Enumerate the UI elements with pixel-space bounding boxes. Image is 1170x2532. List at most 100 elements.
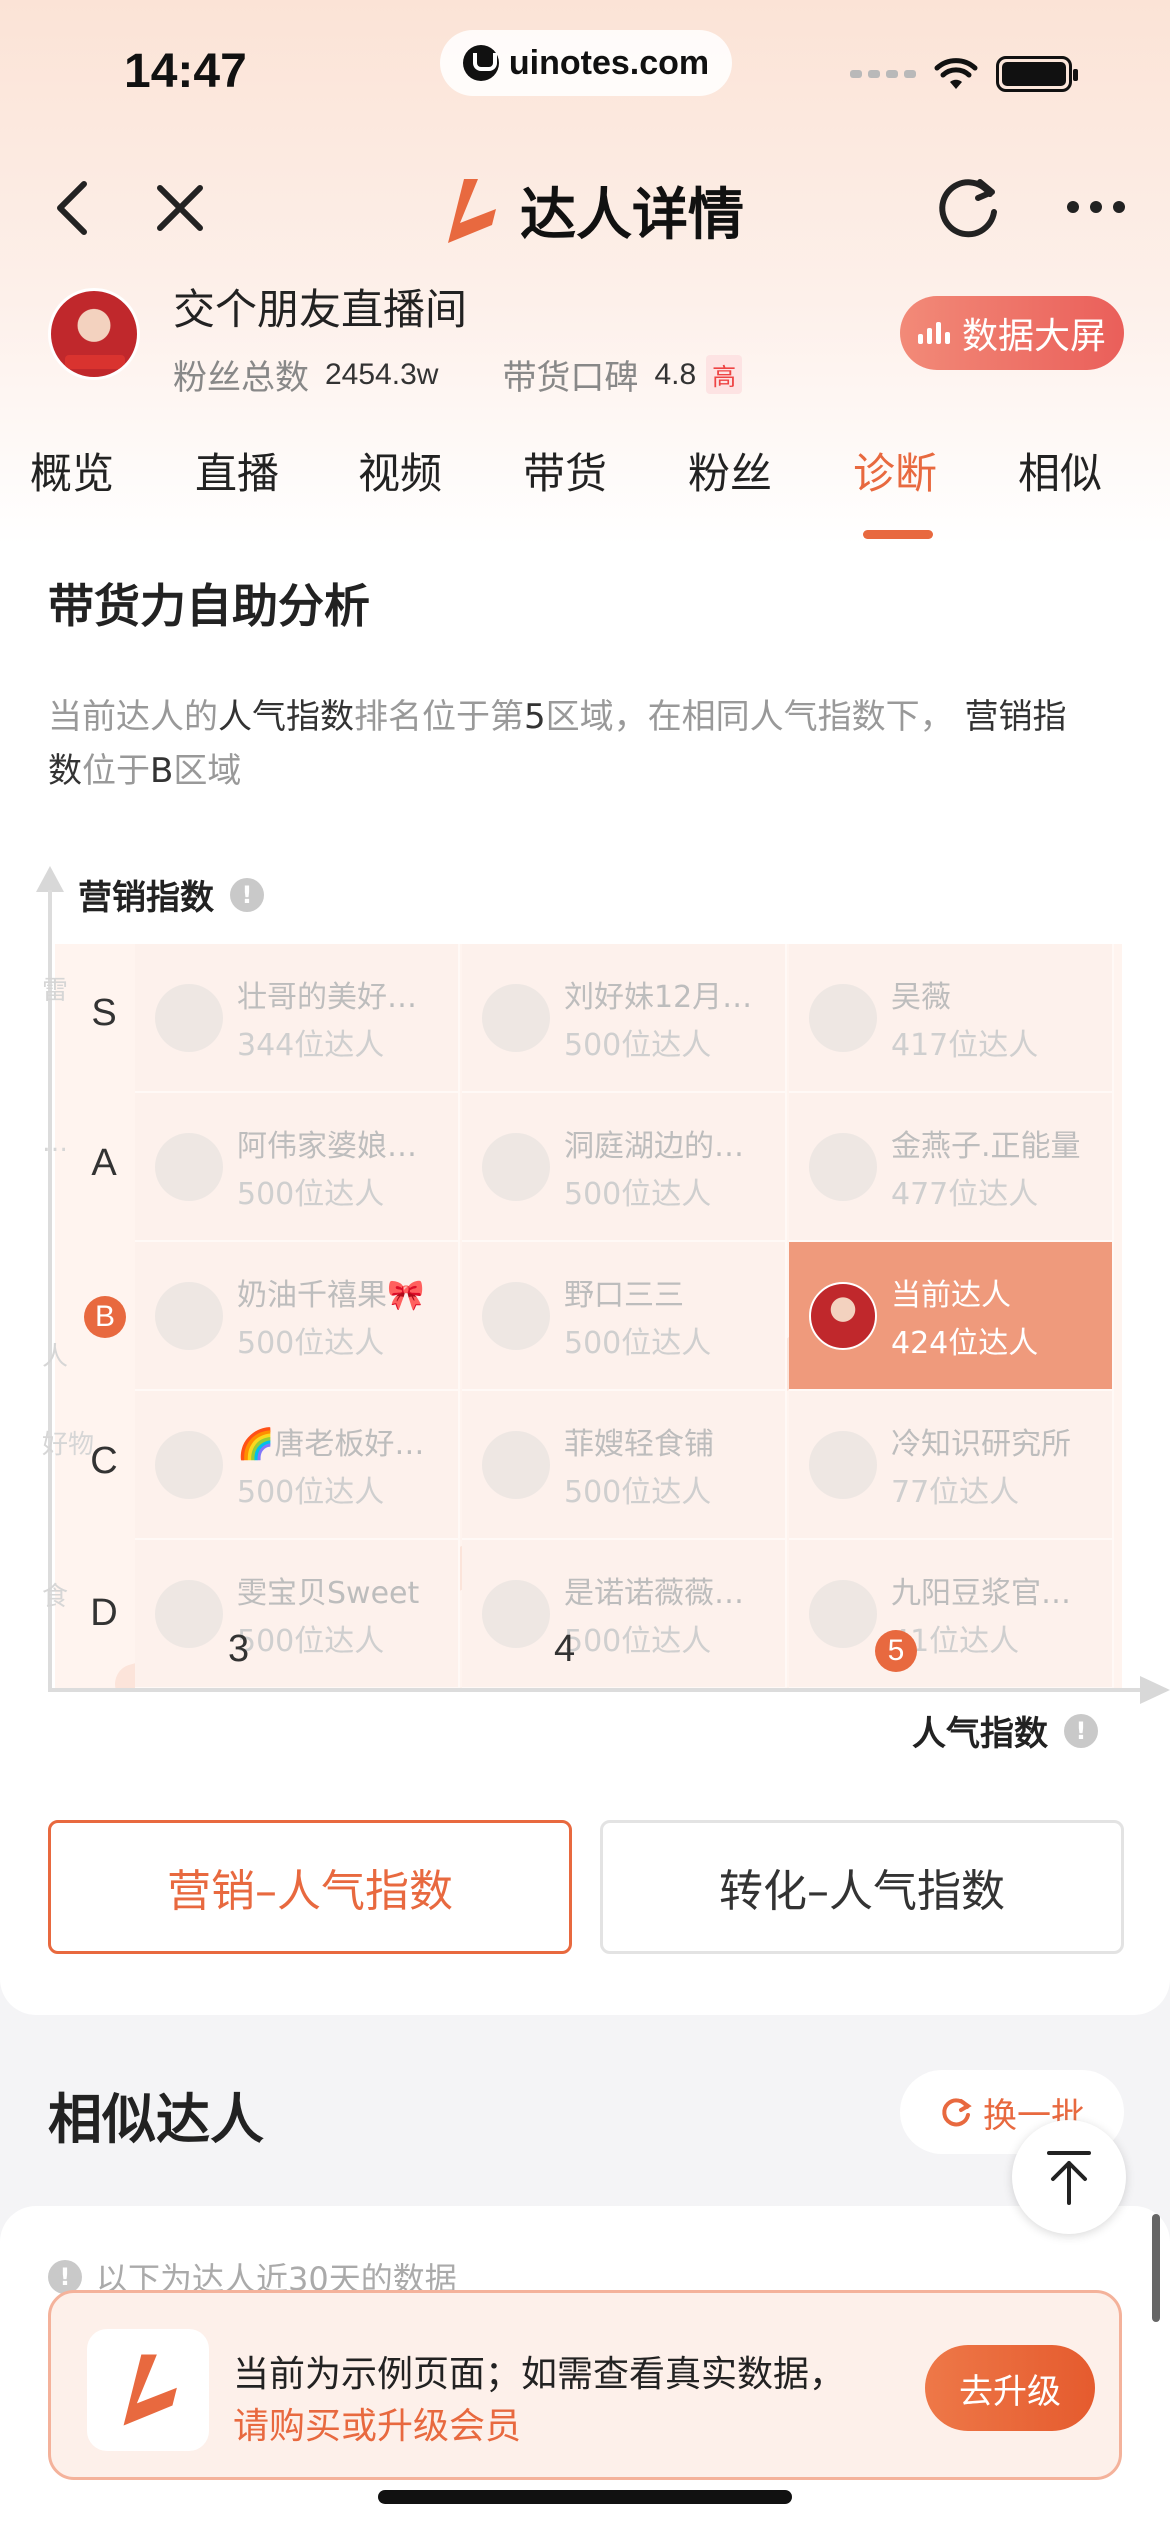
- row-label-s: S: [91, 992, 117, 1034]
- avatar: [155, 1281, 223, 1350]
- avatar: [482, 983, 550, 1052]
- back-icon[interactable]: [48, 178, 98, 238]
- col-label-3: 3: [228, 1628, 250, 1670]
- edge-fragment: 雷: [42, 976, 69, 1006]
- info-icon[interactable]: !: [230, 877, 264, 912]
- refresh-icon: [942, 2098, 972, 2127]
- cell-creator-name: 壮哥的美好…: [237, 979, 417, 1015]
- tab-goods[interactable]: 带货: [523, 440, 607, 501]
- cell-creator-count: 500位达人: [564, 1623, 712, 1659]
- bar-chart-icon: [917, 322, 950, 344]
- avatar: [155, 1132, 223, 1201]
- tab-fans[interactable]: 粉丝: [688, 440, 772, 501]
- cell-creator-name: 菲嫂轻食铺: [564, 1426, 714, 1462]
- cell-creator-count: 500位达人: [237, 1623, 385, 1659]
- creator-cell[interactable]: 野口三三 500位达人: [462, 1242, 787, 1391]
- avatar: [155, 1579, 223, 1648]
- x-axis-arrow: [1140, 1676, 1170, 1704]
- cell-creator-name: 冷知识研究所: [891, 1426, 1071, 1462]
- cell-creator-count: 500位达人: [237, 1176, 385, 1212]
- cell-creator-count: 500位达人: [237, 1325, 385, 1361]
- url-pill[interactable]: uinotes.com: [440, 30, 732, 96]
- current-creator-cell[interactable]: 当前达人 424位达人: [789, 1242, 1114, 1391]
- avatar: [809, 983, 877, 1052]
- cell-creator-count: 500位达人: [564, 1176, 712, 1212]
- cell-creator-name: 雯宝贝Sweet: [237, 1575, 420, 1611]
- tab-similar[interactable]: 相似: [1018, 440, 1102, 501]
- tab-overview[interactable]: 概览: [30, 440, 114, 501]
- col-label-4: 4: [554, 1628, 576, 1670]
- creator-cell[interactable]: 壮哥的美好… 344位达人: [135, 944, 460, 1093]
- nav-title: 达人详情: [434, 170, 744, 251]
- edge-fragment: 人: [42, 1342, 69, 1372]
- tab-indicator: [863, 530, 933, 539]
- profile-name: 交个朋友直播间: [173, 285, 468, 334]
- avatar: [155, 983, 223, 1052]
- cell-creator-name: 阿伟家婆娘…: [237, 1128, 417, 1164]
- creator-cell[interactable]: 奶油千禧果🎀 500位达人: [135, 1242, 460, 1391]
- avatar: [482, 1579, 550, 1648]
- row-label-a: A: [91, 1142, 117, 1184]
- y-axis: [48, 890, 52, 1690]
- cell-creator-name: 野口三三: [564, 1277, 684, 1313]
- avatar: [809, 1579, 877, 1648]
- x-axis: [48, 1688, 1148, 1692]
- data-screen-button[interactable]: 数据大屏: [900, 296, 1124, 370]
- creator-cell[interactable]: 冷知识研究所 77位达人: [789, 1391, 1114, 1540]
- cell-creator-name: 奶油千禧果🎀: [237, 1277, 425, 1313]
- cell-creator-count: 424位达人: [891, 1325, 1039, 1361]
- tab-live[interactable]: 直播: [195, 440, 279, 501]
- fans-label: 粉丝总数: [173, 358, 309, 398]
- data-screen-label: 数据大屏: [961, 316, 1106, 357]
- scrollbar[interactable]: [1152, 2214, 1160, 2322]
- cell-creator-count: 500位达人: [564, 1325, 712, 1361]
- avatar[interactable]: [48, 288, 140, 380]
- creator-cell[interactable]: 菲嫂轻食铺 500位达人: [462, 1391, 787, 1540]
- avatar: [809, 1281, 877, 1350]
- cell-creator-count: 344位达人: [237, 1027, 385, 1063]
- cell-creator-count: 417位达人: [891, 1027, 1039, 1063]
- url-text: uinotes.com: [508, 43, 710, 82]
- status-icons: [850, 56, 1078, 92]
- avatar: [482, 1430, 550, 1499]
- tab-diagnosis[interactable]: 诊断: [853, 440, 937, 501]
- creator-cell[interactable]: 阿伟家婆娘… 500位达人: [135, 1093, 460, 1242]
- row-label-d: D: [90, 1592, 118, 1634]
- info-icon[interactable]: !: [1064, 1713, 1098, 1748]
- cell-creator-name: 刘好妹12月…: [564, 979, 753, 1015]
- cell-creator-name: 当前达人: [891, 1277, 1011, 1313]
- creator-cell[interactable]: 雯宝贝Sweet 500位达人: [135, 1540, 460, 1689]
- info-icon: !: [48, 2260, 82, 2294]
- avatar: [482, 1281, 550, 1350]
- analysis-title: 带货力自助分析: [48, 579, 370, 633]
- profile-meta: 粉丝总数 2454.3w 带货口碑 4.8 高: [173, 350, 743, 399]
- page-title: 达人详情: [520, 183, 744, 248]
- y-axis-arrow: [36, 866, 64, 892]
- toggle-marketing-popularity[interactable]: 营销–人气指数: [48, 1820, 572, 1954]
- col-label-5: 5: [875, 1630, 917, 1672]
- cell-creator-name: 吴薇: [891, 979, 951, 1015]
- refresh-icon[interactable]: [934, 172, 1004, 242]
- scroll-to-top-button[interactable]: [1012, 2120, 1126, 2234]
- tab-video[interactable]: 视频: [358, 440, 442, 501]
- tab-bar: 概览 直播 视频 带货 粉丝 诊断 相似: [0, 430, 1170, 545]
- edge-fragment: …: [42, 1128, 68, 1158]
- creator-cell[interactable]: 刘好妹12月… 500位达人: [462, 944, 787, 1093]
- creator-cell[interactable]: 🌈唐老板好… 500位达人: [135, 1391, 460, 1540]
- reputation-value: 4.8: [654, 357, 697, 391]
- more-icon[interactable]: [1066, 200, 1126, 214]
- close-icon[interactable]: [150, 178, 210, 238]
- cell-creator-count: 500位达人: [564, 1474, 712, 1510]
- x-axis-label: 人气指数 !: [912, 1706, 1098, 1755]
- wifi-icon: [934, 58, 978, 89]
- avatar: [809, 1430, 877, 1499]
- upgrade-button[interactable]: 去升级: [925, 2345, 1095, 2431]
- creator-cell[interactable]: 金燕子.正能量 477位达人: [789, 1093, 1114, 1242]
- similar-title: 相似达人: [48, 2088, 264, 2151]
- creator-cell[interactable]: 是诺诺薇薇… 500位达人: [462, 1540, 787, 1689]
- toggle-conversion-popularity[interactable]: 转化–人气指数: [600, 1820, 1124, 1954]
- creator-cell[interactable]: 吴薇 417位达人: [789, 944, 1114, 1093]
- creator-cell[interactable]: 洞庭湖边的… 500位达人: [462, 1093, 787, 1242]
- upsell-link[interactable]: 请购买或升级会员: [233, 2397, 521, 2449]
- creator-cell[interactable]: 九阳豆浆官… 41位达人: [789, 1540, 1114, 1689]
